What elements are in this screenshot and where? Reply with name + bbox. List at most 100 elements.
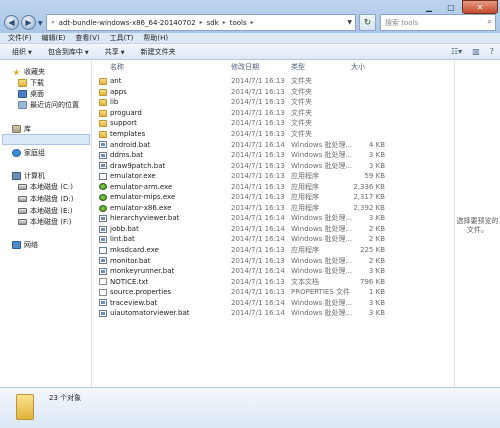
file-row[interactable]: emulator-arm.exe 2014/7/1 16:13 应用程序 2,336 … xyxy=(93,181,453,192)
share-button[interactable]: 共享 ▼ xyxy=(105,47,125,57)
file-name: hierarchyviewer.bat xyxy=(110,214,180,223)
preview-pane-icon[interactable]: ▥ xyxy=(472,47,480,56)
file-row[interactable]: apps 2014/7/1 16:13 文件夹 xyxy=(93,87,453,98)
file-row[interactable]: ddms.bat 2014/7/1 16:13 Windows 批处理... 3 KB xyxy=(93,150,453,161)
breadcrumb-chevron-icon[interactable]: ▸ xyxy=(223,19,226,26)
menu-file[interactable]: 文件(F) xyxy=(8,33,32,43)
minimize-button[interactable]: ▁ xyxy=(418,0,440,14)
forward-button[interactable]: ▶ xyxy=(21,15,36,30)
file-row[interactable]: source.properties 2014/7/1 16:13 PROPERTIE… xyxy=(93,287,453,298)
menu-help[interactable]: 帮助(H) xyxy=(143,33,168,43)
drive-icon xyxy=(18,184,27,190)
file-row[interactable]: traceview.bat 2014/7/1 16:14 Windows 批处理..… xyxy=(93,297,453,308)
view-options-icon[interactable]: ☷▾ xyxy=(451,47,462,56)
nav-drive-c[interactable]: 本地磁盘 (C:) xyxy=(18,182,73,192)
file-type: Windows 批处理... xyxy=(291,151,353,160)
share-label: 共享 xyxy=(104,47,119,56)
batch-file-icon xyxy=(99,151,107,159)
file-type: 应用程序 xyxy=(291,246,319,255)
file-name: templates xyxy=(110,130,146,138)
refresh-button[interactable]: ↻ xyxy=(359,14,376,31)
preview-placeholder: 选择要预览的文件。 xyxy=(456,217,499,234)
file-type: Windows 批处理... xyxy=(291,140,353,149)
file-row[interactable]: NOTICE.txt 2014/7/1 16:13 文本文档 796 KB xyxy=(93,276,453,287)
back-button[interactable]: ◀ xyxy=(4,15,19,30)
column-header-name[interactable]: 名称 xyxy=(110,62,124,72)
file-date: 2014/7/1 16:13 xyxy=(231,87,285,96)
menu-view[interactable]: 查看(V) xyxy=(75,33,99,43)
search-box[interactable]: 搜索 tools ⌕ xyxy=(380,14,496,31)
file-name: lib xyxy=(110,98,119,107)
nav-recent[interactable]: 最近访问的位置 xyxy=(18,100,79,110)
file-row[interactable]: proguard 2014/7/1 16:13 文件夹 xyxy=(93,108,453,119)
file-type: Windows 批处理... xyxy=(291,256,353,265)
menu-tools[interactable]: 工具(T) xyxy=(110,33,134,43)
file-type: Windows 批处理... xyxy=(291,214,353,223)
file-row[interactable]: support 2014/7/1 16:13 文件夹 xyxy=(93,118,453,129)
nav-label: 库 xyxy=(24,125,31,133)
file-row[interactable]: mksdcard.exe 2014/7/1 16:13 应用程序 225 KB xyxy=(93,245,453,256)
file-name: android.bat xyxy=(110,140,151,149)
file-row[interactable]: ant 2014/7/1 16:13 文件夹 xyxy=(93,76,453,87)
batch-file-icon xyxy=(99,310,107,318)
nav-desktop[interactable]: 桌面 xyxy=(18,89,44,99)
include-in-library-button[interactable]: 包含到库中 ▼ xyxy=(48,47,89,57)
file-type: 文件夹 xyxy=(291,77,312,86)
nav-homegroup[interactable]: 家庭组 xyxy=(12,148,45,158)
address-dropdown-icon[interactable]: ▼ xyxy=(347,19,352,26)
nav-drive-e[interactable]: 本地磁盘 (E:) xyxy=(18,206,72,216)
batch-file-icon xyxy=(99,299,107,307)
nav-computer[interactable]: 计算机 xyxy=(12,171,45,181)
nav-drive-d[interactable]: 本地磁盘 (D:) xyxy=(18,194,73,204)
breadcrumb-chevron-icon[interactable]: ▸ xyxy=(251,19,254,26)
file-row[interactable]: uiautomatorviewer.bat 2014/7/1 16:14 Windo… xyxy=(93,308,453,319)
nav-libraries[interactable]: 库 xyxy=(12,124,31,134)
file-row[interactable]: templates 2014/7/1 16:13 文件夹 xyxy=(93,129,453,140)
file-date: 2014/7/1 16:13 xyxy=(231,77,285,86)
breadcrumb-item[interactable]: adt-bundle-windows-x86_64-20140702 xyxy=(59,19,196,27)
file-size: 2,336 KB xyxy=(353,182,385,191)
column-headers: 名称 修改日期 类型 大小 xyxy=(93,61,453,73)
file-row[interactable]: emulator-x86.exe 2014/7/1 16:13 应用程序 2,392 … xyxy=(93,203,453,214)
file-row[interactable]: hierarchyviewer.bat 2014/7/1 16:14 Windows… xyxy=(93,213,453,224)
recent-pages-dropdown[interactable]: ▼ xyxy=(38,20,43,27)
file-date: 2014/7/1 16:14 xyxy=(231,140,285,149)
column-header-size[interactable]: 大小 xyxy=(351,62,365,72)
search-icon[interactable]: ⌕ xyxy=(488,17,492,27)
file-row[interactable]: jobb.bat 2014/7/1 16:14 Windows 批处理... 2 KB xyxy=(93,224,453,235)
file-name: mksdcard.exe xyxy=(110,246,159,255)
help-icon[interactable]: ? xyxy=(490,47,494,56)
drive-icon xyxy=(18,208,27,214)
emulator-icon xyxy=(99,183,107,191)
file-row[interactable]: emulator-mips.exe 2014/7/1 16:13 应用程序 2,317… xyxy=(93,192,453,203)
search-input[interactable]: 搜索 tools xyxy=(385,18,418,28)
column-header-date[interactable]: 修改日期 xyxy=(231,62,259,72)
text-file-icon xyxy=(99,278,107,286)
nav-network[interactable]: 网络 xyxy=(12,240,38,250)
file-row[interactable]: android.bat 2014/7/1 16:14 Windows 批处理... 4… xyxy=(93,139,453,150)
breadcrumb-item[interactable]: tools xyxy=(230,19,247,27)
new-folder-button[interactable]: 新建文件夹 xyxy=(141,47,176,57)
address-bar[interactable]: « adt-bundle-windows-x86_64-20140702 ▸ s… xyxy=(46,14,356,31)
emulator-icon xyxy=(99,194,107,202)
file-date: 2014/7/1 16:14 xyxy=(231,309,285,318)
maximize-button[interactable]: ▢ xyxy=(440,0,462,14)
organize-button[interactable]: 组织 ▼ xyxy=(12,47,32,57)
file-type: Windows 批处理... xyxy=(291,235,353,244)
file-type: 文件夹 xyxy=(291,130,312,138)
menu-edit[interactable]: 编辑(E) xyxy=(42,33,66,43)
close-button[interactable]: ✕ xyxy=(462,0,498,14)
file-row[interactable]: monitor.bat 2014/7/1 16:13 Windows 批处理... 2… xyxy=(93,255,453,266)
file-row[interactable]: lib 2014/7/1 16:13 文件夹 xyxy=(93,97,453,108)
file-row[interactable]: emulator.exe 2014/7/1 16:13 应用程序 59 KB xyxy=(93,171,453,182)
breadcrumb-item[interactable]: sdk xyxy=(207,19,219,27)
breadcrumb-chevron-icon[interactable]: ▸ xyxy=(200,19,203,26)
file-row[interactable]: draw9patch.bat 2014/7/1 16:13 Windows 批处理.… xyxy=(93,160,453,171)
nav-downloads[interactable]: 下载 xyxy=(18,78,44,88)
nav-drive-f[interactable]: 本地磁盘 (F:) xyxy=(18,217,72,227)
file-row[interactable]: monkeyrunner.bat 2014/7/1 16:14 Windows 批处… xyxy=(93,266,453,277)
column-header-type[interactable]: 类型 xyxy=(291,62,305,72)
nav-favorites[interactable]: ★ 收藏夹 xyxy=(12,67,45,77)
file-row[interactable]: lint.bat 2014/7/1 16:14 Windows 批处理... 2 KB xyxy=(93,234,453,245)
organize-label: 组织 xyxy=(12,47,26,56)
